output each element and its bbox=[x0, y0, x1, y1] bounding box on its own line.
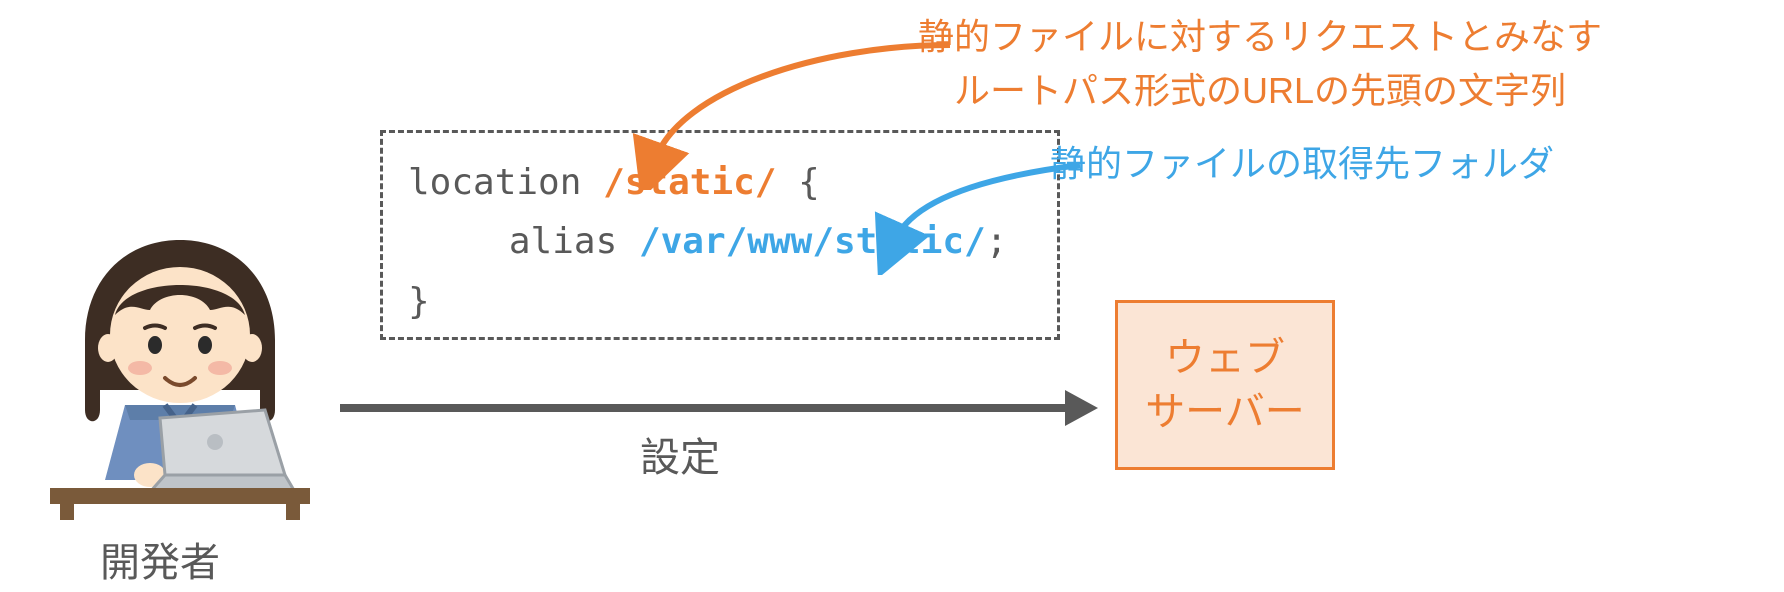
web-server-line2: サーバー bbox=[1145, 385, 1305, 439]
flow-arrow-icon bbox=[340, 378, 1100, 438]
annotation-location-path: 静的ファイルに対するリクエストとみなす ルートパス形式のURLの先頭の文字列 bbox=[860, 10, 1660, 118]
web-server-line1: ウェブ bbox=[1165, 331, 1285, 385]
web-server-box: ウェブ サーバー bbox=[1115, 300, 1335, 470]
annotation-location-path-line2: ルートパス形式のURLの先頭の文字列 bbox=[860, 64, 1660, 118]
developer-illustration bbox=[30, 220, 330, 520]
code-open-brace: { bbox=[798, 162, 820, 203]
annotation-location-path-line1: 静的ファイルに対するリクエストとみなす bbox=[860, 10, 1660, 64]
code-close-brace: } bbox=[408, 281, 430, 322]
annotation-alias-path: 静的ファイルの取得先フォルダ bbox=[1050, 135, 1690, 187]
code-semicolon: ; bbox=[986, 221, 1008, 262]
code-alias-path: /var/www/static/ bbox=[639, 221, 986, 262]
nginx-config-code: location /static/ { alias /var/www/stati… bbox=[380, 130, 1060, 340]
code-keyword-alias: alias bbox=[509, 221, 617, 262]
code-location-path: /static/ bbox=[603, 162, 776, 203]
flow-label: 設定 bbox=[640, 425, 720, 483]
code-keyword-location: location bbox=[408, 162, 581, 203]
developer-label: 開発者 bbox=[100, 530, 220, 588]
